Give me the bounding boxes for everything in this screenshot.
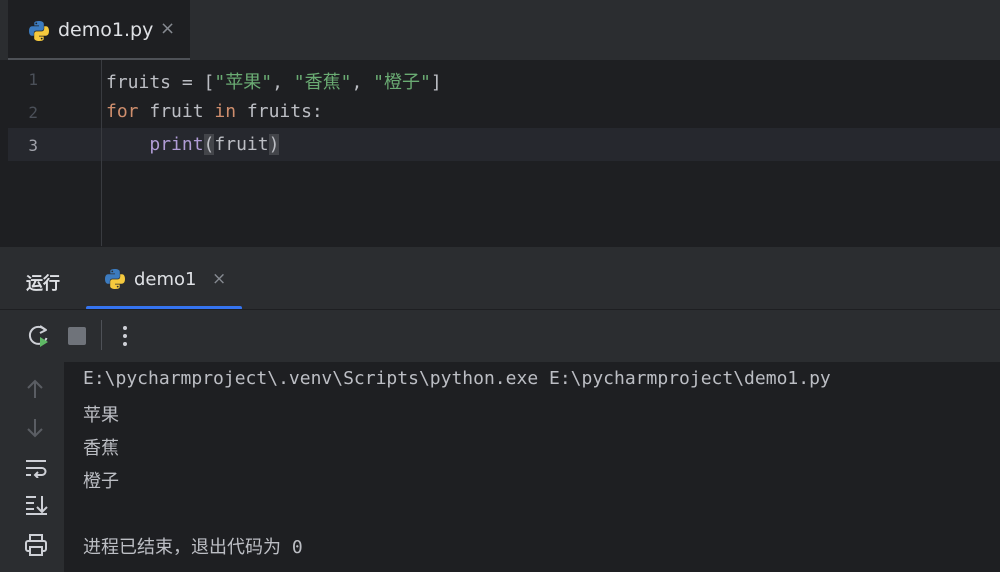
pycharm-window: demo1.py × 1 2 3 fruits = ["苹果", "香蕉", "… [0, 0, 1000, 572]
run-panel-header: 运行 demo1 × [0, 246, 1000, 310]
code-token-comma: , [272, 72, 294, 93]
stop-icon[interactable] [68, 327, 86, 349]
code-token-identifier: fruit [214, 134, 269, 155]
code-editor[interactable]: 1 2 3 fruits = ["苹果", "香蕉", "橙子"] for fr… [0, 60, 1000, 246]
code-token-identifier: fruit [138, 101, 215, 122]
editor-tab-label: demo1.py [58, 19, 154, 41]
code-line-2: for fruit in fruits: [106, 101, 323, 122]
code-token-string: "香蕉" [293, 72, 352, 93]
python-icon [104, 268, 126, 294]
run-toolbar [0, 309, 1000, 362]
arrow-up-icon[interactable] [24, 378, 46, 404]
run-tab-label: demo1 [134, 269, 197, 290]
toolbar-separator [101, 320, 102, 350]
console-output[interactable]: E:\pycharmproject\.venv\Scripts\python.e… [64, 362, 1000, 572]
code-token-string: "橙子" [373, 72, 431, 93]
editor-tab-demo1[interactable]: demo1.py × [8, 0, 190, 60]
python-icon [28, 20, 50, 46]
code-token-comma: , [351, 72, 374, 93]
print-icon[interactable] [24, 534, 48, 560]
code-line-3: print(fruit) [106, 134, 280, 155]
console-command-line: E:\pycharmproject\.venv\Scripts\python.e… [83, 368, 831, 389]
console-output-line: 香蕉 [83, 438, 119, 459]
code-token-operator: = [ [171, 72, 215, 93]
run-tab-close-icon[interactable]: × [212, 269, 226, 289]
code-line-1: fruits = ["苹果", "香蕉", "橙子"] [106, 68, 442, 94]
code-token-string: "苹果" [214, 72, 273, 93]
code-token-paren-matched: ( [203, 134, 215, 155]
run-tab-demo1[interactable]: demo1 × [86, 247, 242, 310]
gutter-divider [101, 60, 102, 246]
run-panel-title: 运行 [26, 274, 60, 294]
code-token-keyword: for [106, 101, 139, 122]
code-token-variable: fruits [106, 72, 172, 93]
soft-wrap-icon[interactable] [24, 458, 48, 482]
console-output-line: 苹果 [83, 405, 119, 426]
console-exit-message: 进程已结束，退出代码为 0 [83, 537, 303, 558]
console-side-toolbar [0, 362, 64, 572]
code-token-keyword: in [214, 101, 237, 122]
code-token-identifier: fruits: [236, 101, 323, 122]
scroll-to-end-icon[interactable] [24, 494, 48, 520]
code-token-bracket: ] [430, 72, 442, 93]
code-token-paren-matched: ) [268, 134, 280, 155]
line-number: 1 [28, 70, 38, 89]
line-number-active: 3 [28, 136, 38, 155]
console-output-line: 橙子 [83, 471, 119, 492]
editor-tab-close-icon[interactable]: × [160, 18, 175, 39]
code-token-function: print [149, 134, 204, 155]
line-number: 2 [28, 103, 38, 122]
arrow-down-icon[interactable] [24, 417, 46, 443]
rerun-icon[interactable] [26, 323, 52, 353]
editor-tab-bar: demo1.py × [0, 0, 1000, 60]
more-vertical-icon[interactable] [120, 325, 130, 351]
